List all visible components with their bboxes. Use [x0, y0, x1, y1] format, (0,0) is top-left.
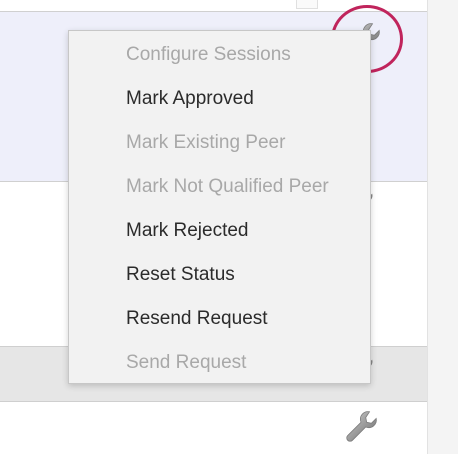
menu-item-mark-rejected[interactable]: Mark Rejected	[126, 216, 249, 246]
row-control[interactable]	[296, 0, 318, 9]
menu-item-resend-request[interactable]: Resend Request	[126, 304, 268, 334]
menu-item-mark-not-qualified-peer: Mark Not Qualified Peer	[126, 176, 329, 197]
context-menu: Configure Sessions Mark Approved Mark Ex…	[68, 30, 371, 384]
menu-item-send-request: Send Request	[126, 352, 247, 373]
wrench-icon[interactable]	[342, 408, 380, 446]
table-row	[0, 0, 427, 12]
menu-item-reset-status[interactable]: Reset Status	[126, 260, 235, 290]
menu-item-configure-sessions: Configure Sessions	[126, 44, 291, 65]
menu-item-mark-existing-peer: Mark Existing Peer	[126, 132, 286, 153]
menu-item-mark-approved[interactable]: Mark Approved	[126, 84, 254, 114]
scrollbar-track[interactable]	[427, 0, 458, 454]
table: Configure Sessions Mark Approved Mark Ex…	[0, 0, 427, 454]
